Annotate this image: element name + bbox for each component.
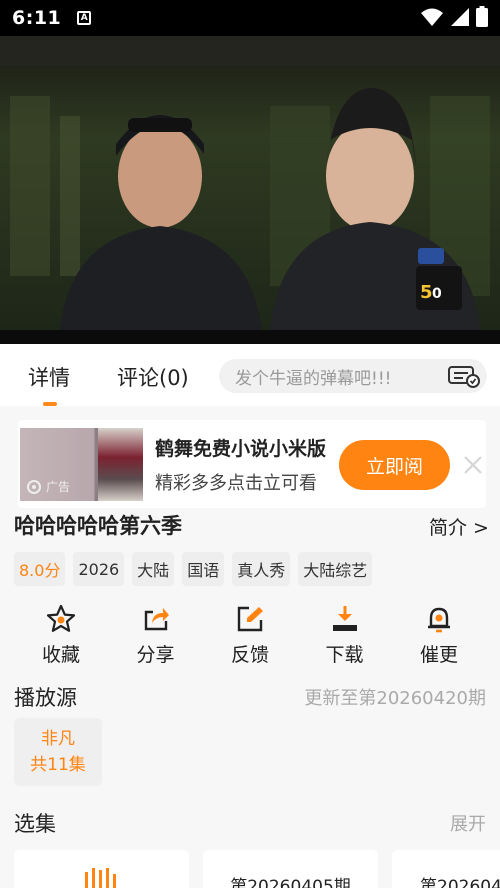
app-screen: 6:11 A 5 0 详情 评论(0) 发个牛逼的弹幕吧!!! 广告 鹤舞免费小…	[0, 0, 500, 888]
share-label: 分享	[136, 644, 175, 666]
language-tag: 国语	[182, 552, 225, 586]
episode-card-playing[interactable]	[14, 850, 189, 888]
ad-subtitle: 精彩多多点击立可看	[155, 473, 317, 494]
source-title: 播放源	[14, 686, 77, 710]
favorite-label: 收藏	[41, 644, 80, 666]
ad-image-scene	[98, 428, 143, 501]
tab-comments[interactable]: 评论(0)	[117, 362, 189, 392]
genre-tag: 真人秀	[232, 552, 291, 586]
urge-update-button[interactable]: 催更	[392, 604, 486, 667]
share-button[interactable]: 分享	[109, 604, 203, 667]
playing-bars-icon	[85, 868, 116, 888]
svg-text:0: 0	[432, 286, 442, 302]
action-bar: 收藏 分享 反馈 下载 催更	[14, 604, 486, 667]
category-tag: 大陆综艺	[298, 552, 373, 586]
feedback-label: 反馈	[230, 644, 269, 666]
download-label: 下载	[325, 644, 364, 666]
episode-label: 第20260405期	[230, 877, 351, 888]
score-tag: 8.0分	[14, 552, 66, 586]
close-icon[interactable]	[462, 454, 484, 476]
tab-row: 详情 评论(0) 发个牛逼的弹幕吧!!!	[0, 344, 500, 406]
wifi-icon	[421, 8, 443, 26]
star-icon	[46, 604, 76, 632]
ad-logo-icon	[27, 479, 41, 494]
ad-badge: 广告	[26, 478, 70, 495]
ad-image: 广告	[20, 428, 143, 501]
battery-icon	[476, 6, 488, 27]
download-icon	[332, 606, 357, 631]
show-title: 哈哈哈哈哈第六季	[14, 514, 182, 538]
edit-icon	[237, 606, 263, 632]
episode-label: 第2026040	[420, 877, 500, 888]
source-name: 非凡	[41, 729, 75, 749]
year-tag: 2026	[73, 552, 125, 586]
status-bar: 6:11 A	[0, 0, 500, 36]
ad-badge-label: 广告	[46, 480, 71, 494]
episode-title: 选集	[14, 812, 56, 836]
status-icons	[420, 6, 488, 28]
intro-link[interactable]: 简介 >	[429, 513, 489, 540]
episode-expand-link[interactable]: 展开	[450, 810, 486, 836]
status-time: 6:11	[12, 7, 62, 29]
share-icon	[144, 608, 169, 631]
bell-icon	[428, 607, 450, 633]
tag-list: 8.0分 2026 大陆 国语 真人秀 大陆综艺	[14, 552, 373, 586]
source-count: 共11集	[30, 755, 86, 775]
episode-card[interactable]: 第20260405期	[203, 850, 378, 888]
source-card[interactable]: 非凡 共11集	[14, 718, 102, 786]
video-player[interactable]: 5 0	[0, 36, 500, 344]
ad-banner[interactable]: 广告 鹤舞免费小说小米版 精彩多多点击立可看 立即阅	[18, 420, 486, 508]
video-progress-area[interactable]	[0, 330, 500, 344]
svg-text:5: 5	[420, 282, 433, 303]
download-button[interactable]: 下载	[298, 604, 392, 667]
signal-icon	[451, 8, 469, 26]
source-update-text: 更新至第20260420期	[304, 688, 486, 709]
urge-update-label: 催更	[419, 644, 458, 666]
feedback-button[interactable]: 反馈	[203, 604, 297, 667]
ad-read-button[interactable]: 立即阅	[339, 440, 450, 490]
favorite-button[interactable]: 收藏	[14, 604, 108, 667]
danmaku-placeholder: 发个牛逼的弹幕吧!!!	[235, 368, 392, 389]
tab-details[interactable]: 详情	[28, 362, 70, 392]
video-frame: 5 0	[0, 36, 500, 330]
ad-title: 鹤舞免费小说小米版	[155, 438, 327, 460]
notification-icon: A	[77, 11, 92, 25]
episode-card[interactable]: 第2026040	[392, 850, 500, 888]
danmaku-settings-icon[interactable]	[447, 364, 481, 388]
danmaku-input[interactable]: 发个牛逼的弹幕吧!!!	[219, 359, 487, 393]
region-tag: 大陆	[132, 552, 175, 586]
